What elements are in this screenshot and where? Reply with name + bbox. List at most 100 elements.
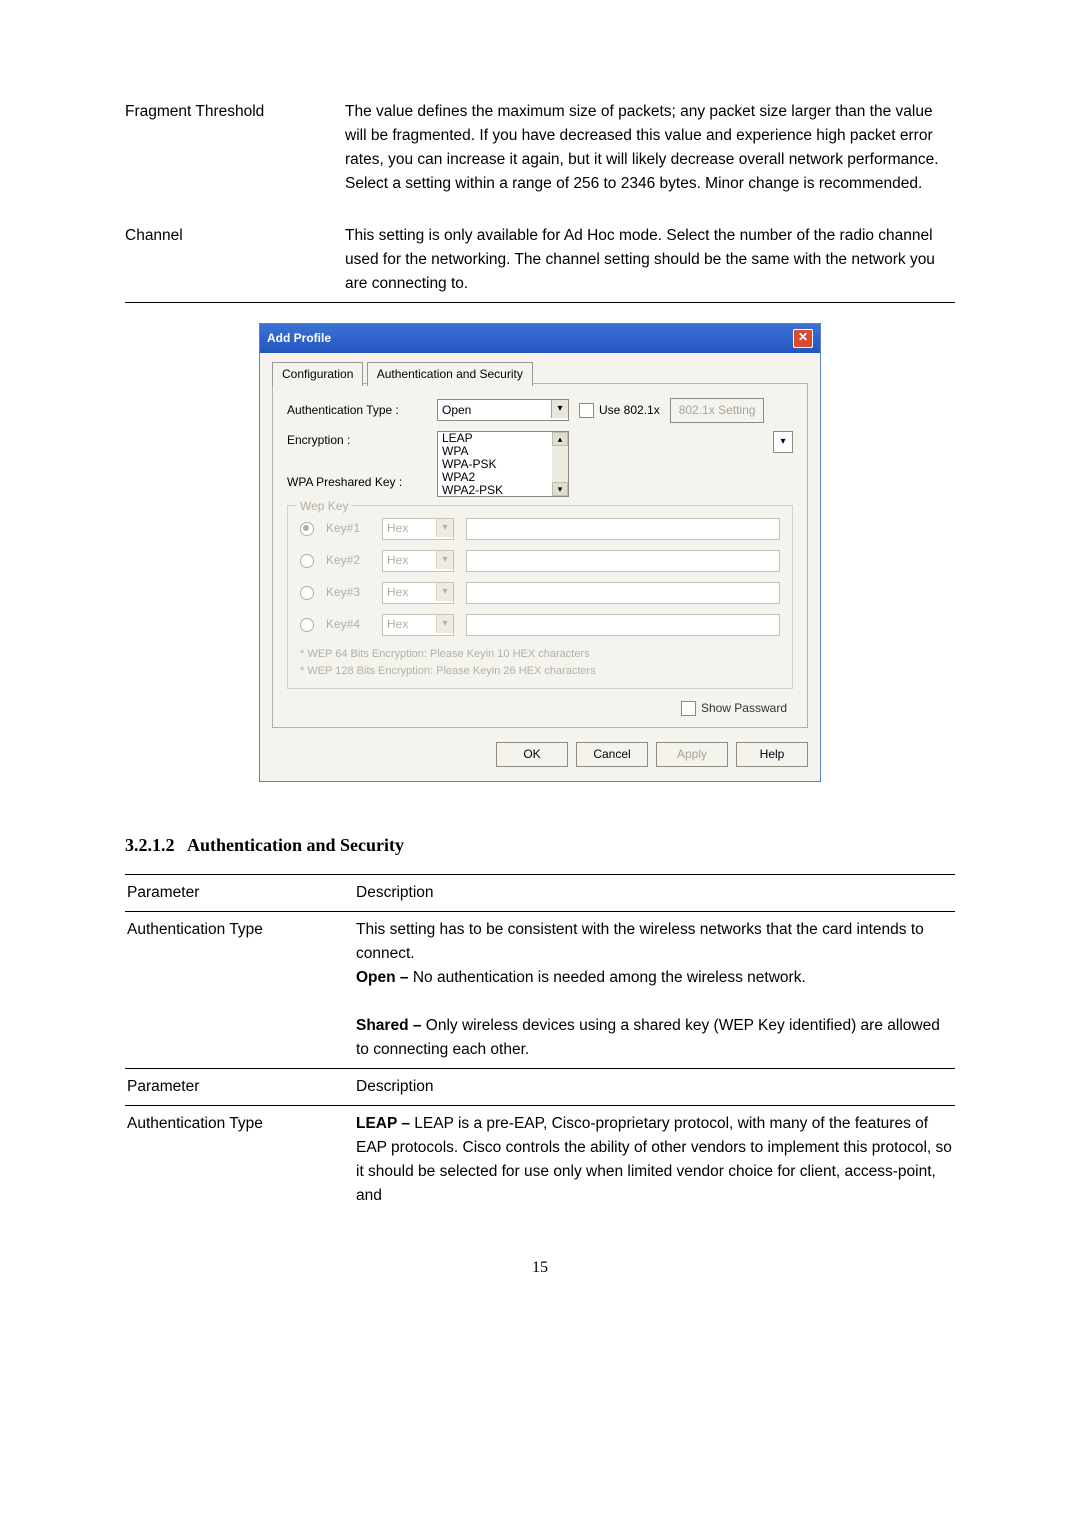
wep-key-label: Key#1 — [326, 519, 370, 538]
param-desc: This setting has to be consistent with t… — [354, 911, 955, 1068]
wep-key-row: Key#3 Hex ▾ — [300, 582, 780, 604]
auth-type-row: Authentication Type : Open ▾ Use 802.1x … — [287, 398, 793, 423]
col-description: Description — [354, 874, 955, 911]
page-number: 15 — [125, 1256, 955, 1281]
ok-button[interactable]: OK — [496, 742, 568, 767]
auth-type-label: Authentication Type : — [287, 401, 427, 420]
checkbox-box — [681, 701, 696, 716]
close-icon[interactable]: ✕ — [793, 329, 813, 348]
wep-key-label: Key#2 — [326, 551, 370, 570]
show-password-checkbox[interactable]: Show Passward — [681, 699, 787, 718]
wep-key4-radio[interactable] — [300, 618, 314, 632]
parameter-table: Parameter Description Authentication Typ… — [125, 874, 955, 1214]
checkbox-box — [579, 403, 594, 418]
param-label: Fragment Threshold — [125, 100, 345, 196]
dialog-titlebar: Add Profile ✕ — [260, 324, 820, 353]
wep-key-label: Key#4 — [326, 615, 370, 634]
param-label: Channel — [125, 224, 345, 296]
tab-authentication-security[interactable]: Authentication and Security — [367, 362, 533, 386]
wep-key2-radio[interactable] — [300, 554, 314, 568]
desc-text: This setting has to be consistent with t… — [356, 921, 924, 962]
col-description: Description — [354, 1068, 955, 1105]
format-value: Hex — [383, 519, 408, 538]
param-row-channel: Channel This setting is only available f… — [125, 224, 955, 296]
add-profile-dialog: Add Profile ✕ Configuration Authenticati… — [259, 323, 821, 782]
wep-hint-128: * WEP 128 Bits Encryption: Please Keyin … — [300, 663, 780, 680]
auth-type-listbox[interactable]: LEAP WPA WPA-PSK WPA2 WPA2-PSK ▴ ▾ — [437, 431, 569, 497]
chevron-down-icon: ▾ — [436, 583, 453, 601]
scrollbar[interactable]: ▴ ▾ — [552, 432, 568, 496]
open-text: No authentication is needed among the wi… — [409, 969, 806, 986]
list-item[interactable]: WPA2-PSK — [438, 484, 568, 497]
auth-type-value: Open — [438, 401, 471, 420]
chevron-down-icon[interactable]: ▾ — [551, 400, 568, 418]
encryption-select[interactable]: ▾ — [773, 431, 793, 453]
shared-label: Shared – — [356, 1017, 421, 1034]
list-item[interactable]: WPA2 — [438, 471, 568, 484]
param-name: Authentication Type — [125, 911, 354, 1068]
wep-key4-format-select[interactable]: Hex ▾ — [382, 614, 454, 636]
wep-key-label: Key#3 — [326, 583, 370, 602]
wep-key1-input[interactable] — [466, 518, 780, 540]
table-header-row: Parameter Description — [125, 874, 955, 911]
param-row-fragment-threshold: Fragment Threshold The value defines the… — [125, 100, 955, 196]
list-item[interactable]: WPA-PSK — [438, 458, 568, 471]
scroll-up-icon[interactable]: ▴ — [552, 432, 568, 446]
param-name: Authentication Type — [125, 1106, 354, 1215]
dialog-button-row: OK Cancel Apply Help — [272, 742, 808, 767]
wep-key-legend: Wep Key — [296, 497, 352, 516]
section-number: 3.2.1.2 — [125, 835, 175, 855]
wep-key3-format-select[interactable]: Hex ▾ — [382, 582, 454, 604]
use-8021x-checkbox[interactable]: Use 802.1x — [579, 401, 660, 420]
list-item[interactable]: LEAP — [438, 432, 568, 445]
format-value: Hex — [383, 615, 408, 634]
format-value: Hex — [383, 551, 408, 570]
dialog-title: Add Profile — [267, 329, 331, 348]
help-button[interactable]: Help — [736, 742, 808, 767]
param-desc: The value defines the maximum size of pa… — [345, 100, 955, 196]
wep-key3-radio[interactable] — [300, 586, 314, 600]
wep-key-row: Key#1 Hex ▾ — [300, 518, 780, 540]
wep-key2-format-select[interactable]: Hex▾ — [382, 550, 454, 572]
section-heading: 3.2.1.2 Authentication and Security — [125, 832, 955, 860]
param-desc: This setting is only available for Ad Ho… — [345, 224, 955, 296]
cancel-button[interactable]: Cancel — [576, 742, 648, 767]
leap-label: LEAP – — [356, 1115, 410, 1132]
wep-key2-input[interactable] — [466, 550, 780, 572]
format-value: Hex — [383, 583, 408, 602]
wep-key-row: Key#2 Hex▾ — [300, 550, 780, 572]
leap-text: LEAP is a pre-EAP, Cisco-proprietary pro… — [356, 1115, 952, 1204]
auth-type-select[interactable]: Open ▾ — [437, 399, 569, 421]
show-password-row: Show Passward — [287, 699, 787, 718]
use-8021x-label: Use 802.1x — [599, 401, 660, 420]
section-title: Authentication and Security — [187, 835, 404, 855]
table-row: Authentication Type This setting has to … — [125, 911, 955, 1068]
wpa-preshared-key-label: WPA Preshared Key : — [287, 473, 427, 492]
col-parameter: Parameter — [125, 1068, 354, 1105]
8021x-setting-button[interactable]: 802.1x Setting — [670, 398, 765, 423]
divider — [125, 302, 955, 303]
wep-hint-64: * WEP 64 Bits Encryption: Please Keyin 1… — [300, 646, 780, 663]
chevron-down-icon: ▾ — [436, 519, 453, 537]
show-password-label: Show Passward — [701, 699, 787, 718]
wep-key4-input[interactable] — [466, 614, 780, 636]
wep-key-row: Key#4 Hex ▾ — [300, 614, 780, 636]
encryption-label: Encryption : — [287, 431, 427, 450]
wep-key1-radio[interactable] — [300, 522, 314, 536]
shared-text: Only wireless devices using a shared key… — [356, 1017, 940, 1058]
list-item[interactable]: WPA — [438, 445, 568, 458]
dialog-tabs: Configuration Authentication and Securit… — [272, 361, 808, 383]
dialog-panel: Authentication Type : Open ▾ Use 802.1x … — [272, 383, 808, 728]
tab-configuration[interactable]: Configuration — [272, 362, 363, 386]
wep-key3-input[interactable] — [466, 582, 780, 604]
apply-button[interactable]: Apply — [656, 742, 728, 767]
col-parameter: Parameter — [125, 874, 354, 911]
encryption-row: Encryption : WPA Preshared Key : LEAP WP… — [287, 431, 793, 497]
open-label: Open – — [356, 969, 409, 986]
chevron-down-icon: ▾ — [436, 615, 453, 633]
wep-key-fieldset: Wep Key Key#1 Hex▾ Key#2 Hex▾ Key#3 Hex — [287, 505, 793, 689]
table-row: Authentication Type LEAP – LEAP is a pre… — [125, 1106, 955, 1215]
table-header-row: Parameter Description — [125, 1068, 955, 1105]
scroll-down-icon[interactable]: ▾ — [552, 482, 568, 496]
wep-key1-format-select[interactable]: Hex ▾ — [382, 518, 454, 540]
